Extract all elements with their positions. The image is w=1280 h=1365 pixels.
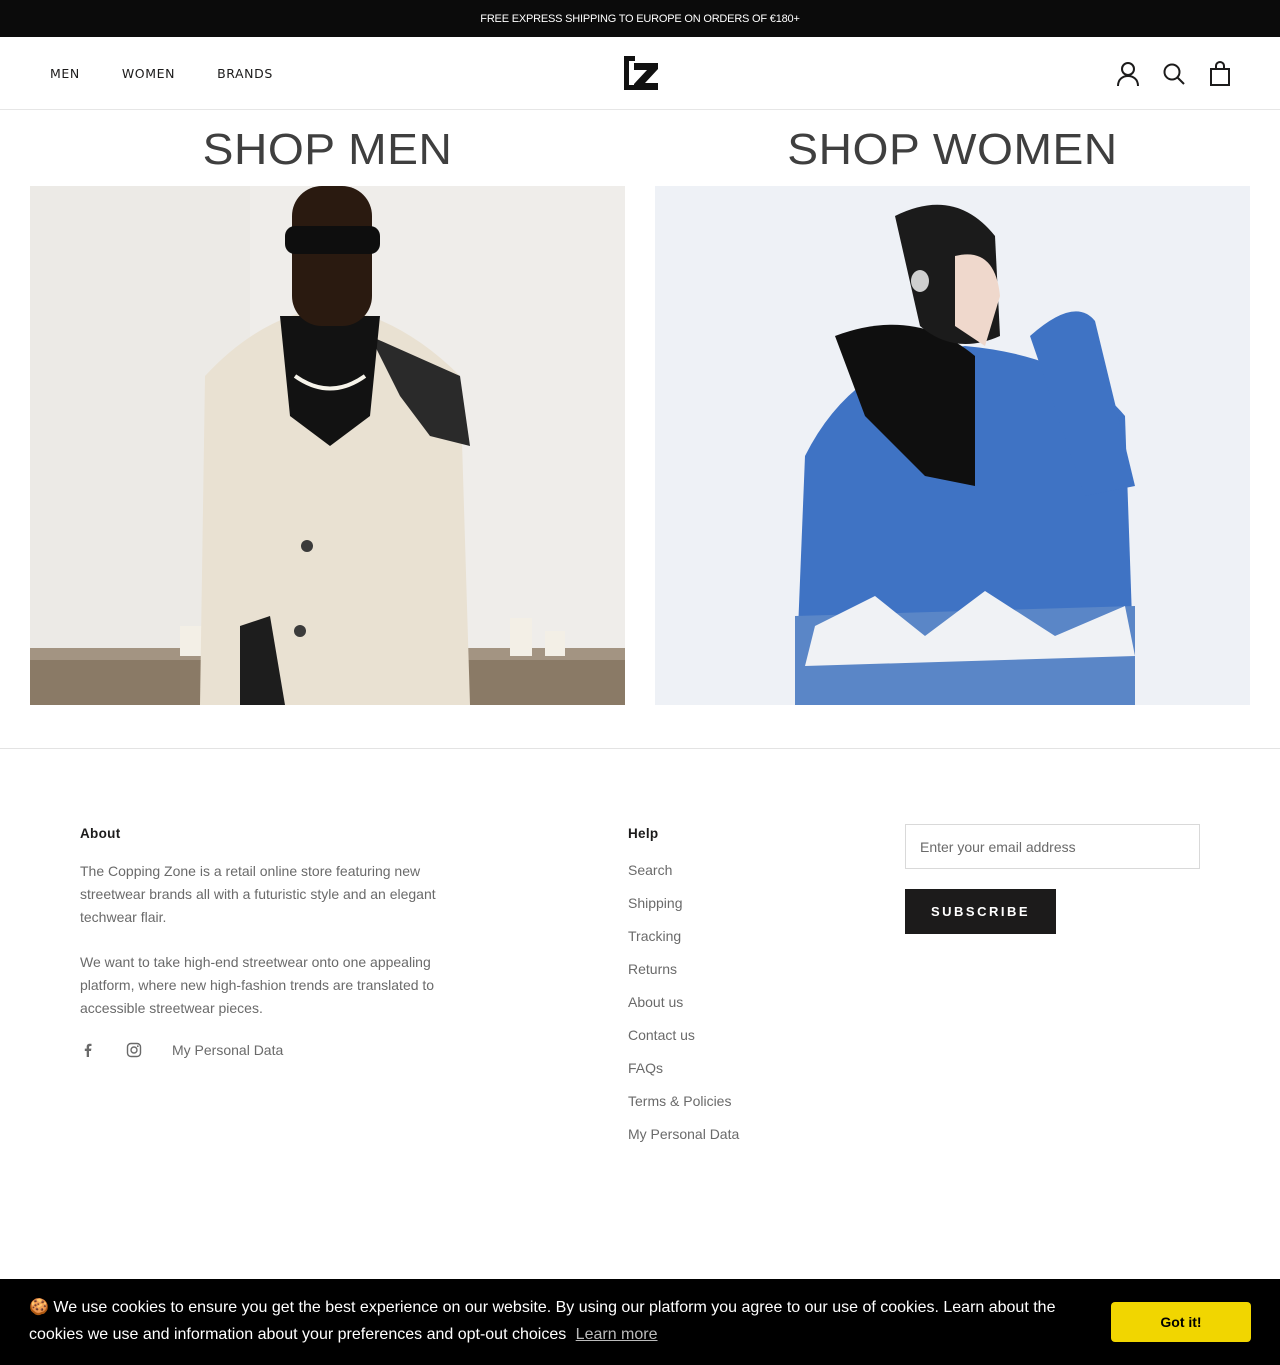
- facebook-icon[interactable]: [80, 1042, 96, 1058]
- site-header: MEN WOMEN BRANDS: [0, 37, 1280, 110]
- site-logo[interactable]: [621, 54, 659, 92]
- footer-help: Help Search Shipping Tracking Returns Ab…: [628, 826, 848, 1159]
- shop-categories: SHOP MEN SHOP WOMEN: [0, 110, 1280, 748]
- footer-link-shipping[interactable]: Shipping: [628, 895, 848, 928]
- main-nav: MEN WOMEN BRANDS: [50, 66, 315, 81]
- newsletter-email-input[interactable]: [905, 824, 1200, 869]
- cookie-banner: 🍪 We use cookies to ensure you get the b…: [0, 1279, 1280, 1365]
- logo-icon: [624, 56, 658, 90]
- cookie-learn-more-link[interactable]: Learn more: [576, 1326, 658, 1343]
- footer-link-tracking[interactable]: Tracking: [628, 928, 848, 961]
- footer-link-search[interactable]: Search: [628, 862, 848, 895]
- footer-link-terms[interactable]: Terms & Policies: [628, 1093, 848, 1126]
- nav-brands[interactable]: BRANDS: [217, 66, 273, 81]
- header-actions: [1116, 60, 1232, 87]
- announcement-text: FREE EXPRESS SHIPPING TO EUROPE ON ORDER…: [480, 12, 800, 25]
- cookie-accept-button[interactable]: Got it!: [1111, 1302, 1251, 1342]
- shop-men-image: [30, 186, 625, 705]
- account-icon[interactable]: [1116, 61, 1140, 87]
- footer-newsletter: SUBSCRIBE: [905, 824, 1200, 934]
- cookie-text: We use cookies to ensure you get the bes…: [29, 1299, 1056, 1343]
- cart-icon[interactable]: [1208, 60, 1232, 87]
- footer-about-title: About: [80, 826, 121, 841]
- shop-women-card[interactable]: SHOP WOMEN: [655, 110, 1250, 705]
- footer-link-about-us[interactable]: About us: [628, 994, 848, 1027]
- nav-women[interactable]: WOMEN: [122, 66, 175, 81]
- footer-help-links: Search Shipping Tracking Returns About u…: [628, 862, 848, 1159]
- footer-social: My Personal Data: [80, 1042, 460, 1058]
- footer-link-faqs[interactable]: FAQs: [628, 1060, 848, 1093]
- footer-about-text-1: The Copping Zone is a retail online stor…: [80, 863, 436, 925]
- shop-women-title: SHOP WOMEN: [787, 125, 1118, 174]
- footer-about-text-2: We want to take high-end streetwear onto…: [80, 954, 435, 1016]
- instagram-icon[interactable]: [126, 1042, 142, 1058]
- search-icon[interactable]: [1162, 61, 1186, 87]
- shop-men-card[interactable]: SHOP MEN: [30, 110, 625, 705]
- announcement-bar: FREE EXPRESS SHIPPING TO EUROPE ON ORDER…: [0, 0, 1280, 37]
- footer-about: About The Copping Zone is a retail onlin…: [80, 826, 460, 1058]
- footer-help-title: Help: [628, 826, 659, 841]
- cookie-message: 🍪 We use cookies to ensure you get the b…: [29, 1294, 1079, 1348]
- footer-link-returns[interactable]: Returns: [628, 961, 848, 994]
- footer-link-contact-us[interactable]: Contact us: [628, 1027, 848, 1060]
- cookie-icon: 🍪: [29, 1299, 49, 1316]
- shop-men-title: SHOP MEN: [202, 125, 453, 174]
- site-footer: About The Copping Zone is a retail onlin…: [0, 749, 1280, 1279]
- footer-personal-data-link[interactable]: My Personal Data: [172, 1042, 283, 1058]
- shop-women-image: [655, 186, 1250, 705]
- subscribe-button[interactable]: SUBSCRIBE: [905, 889, 1056, 934]
- footer-link-personal-data[interactable]: My Personal Data: [628, 1126, 848, 1159]
- nav-men[interactable]: MEN: [50, 66, 80, 81]
